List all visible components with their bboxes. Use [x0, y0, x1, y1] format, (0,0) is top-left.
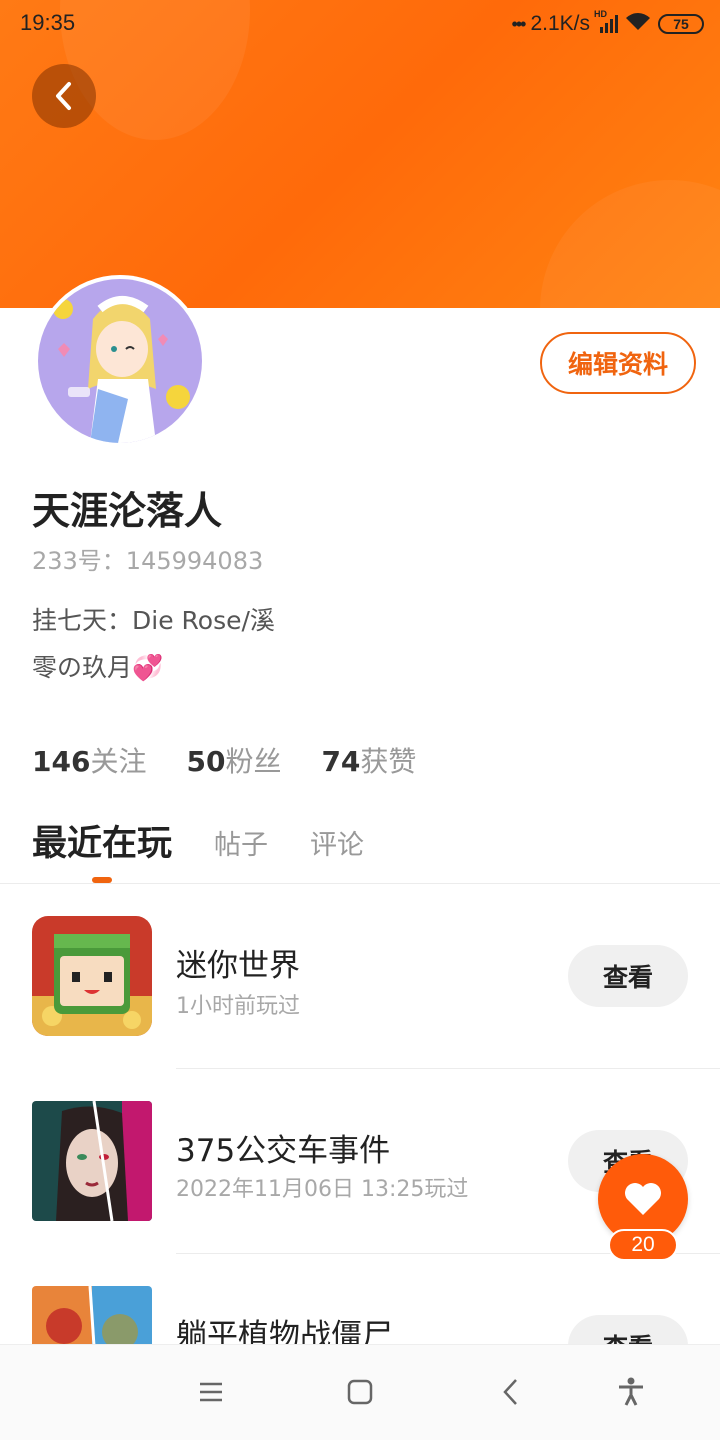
status-bar: 19:35 ••• 2.1K/s HD 75 — [0, 0, 720, 50]
username: 天涯沦落人 — [32, 489, 223, 533]
accessibility-icon[interactable] — [616, 1377, 646, 1407]
user-id: 233号：145994083 — [32, 547, 264, 575]
game-title: 迷你世界 — [176, 948, 300, 984]
network-speed: 2.1K/s — [530, 12, 590, 35]
stat-value: 50 — [186, 745, 226, 778]
stat-value: 74 — [321, 745, 361, 778]
battery-level: 75 — [673, 16, 689, 32]
mini-world-icon — [32, 916, 152, 1036]
avatar-image — [38, 279, 202, 443]
more-dots-icon: ••• — [511, 13, 527, 34]
back-nav-icon[interactable] — [496, 1377, 526, 1407]
view-button[interactable]: 查看 — [568, 945, 688, 1007]
bio-line: 零の玖月💞 — [32, 653, 164, 682]
tab-posts[interactable]: 帖子 — [214, 823, 268, 866]
game-title: 375公交车事件 — [176, 1133, 391, 1169]
banner-decoration — [540, 180, 720, 308]
chevron-left-icon — [56, 82, 71, 110]
stat-label: 获赞 — [360, 745, 417, 778]
stat-following[interactable]: 146关注 — [32, 740, 146, 780]
profile-tabs: 最近在玩 帖子 评论 — [32, 815, 364, 866]
hd-badge: HD — [594, 9, 607, 19]
list-item[interactable]: 迷你世界 1小时前玩过 查看 — [0, 884, 720, 1069]
profile-stats: 146关注 50粉丝 74获赞 — [32, 740, 416, 780]
bio-line: 挂七天：Die Rose/溪 — [32, 606, 275, 635]
home-icon[interactable] — [345, 1377, 375, 1407]
signal-icon: HD — [594, 9, 618, 33]
stat-label: 关注 — [90, 745, 147, 778]
stat-label: 粉丝 — [225, 745, 282, 778]
tab-comments[interactable]: 评论 — [310, 823, 364, 866]
status-time: 19:35 — [20, 10, 76, 35]
game-played-time: 1小时前玩过 — [176, 994, 300, 1019]
stat-likes[interactable]: 74获赞 — [321, 740, 416, 780]
wifi-icon — [624, 10, 652, 38]
status-indicators: ••• 2.1K/s HD 75 — [511, 9, 704, 38]
edit-profile-button[interactable]: 编辑资料 — [540, 332, 696, 394]
like-count-badge: 20 — [608, 1229, 678, 1261]
game-played-time: 2022年11月06日 13:25玩过 — [176, 1177, 469, 1202]
menu-icon[interactable] — [196, 1377, 226, 1407]
tab-recent-played[interactable]: 最近在玩 — [32, 815, 172, 866]
system-navigation-bar — [0, 1344, 720, 1440]
heart-icon — [625, 1183, 661, 1215]
stat-followers[interactable]: 50粉丝 — [186, 740, 281, 780]
battery-icon: 75 — [658, 14, 704, 34]
bus-375-icon — [32, 1101, 152, 1221]
stat-value: 146 — [32, 745, 91, 778]
back-button[interactable] — [32, 64, 96, 128]
avatar[interactable] — [34, 275, 206, 447]
